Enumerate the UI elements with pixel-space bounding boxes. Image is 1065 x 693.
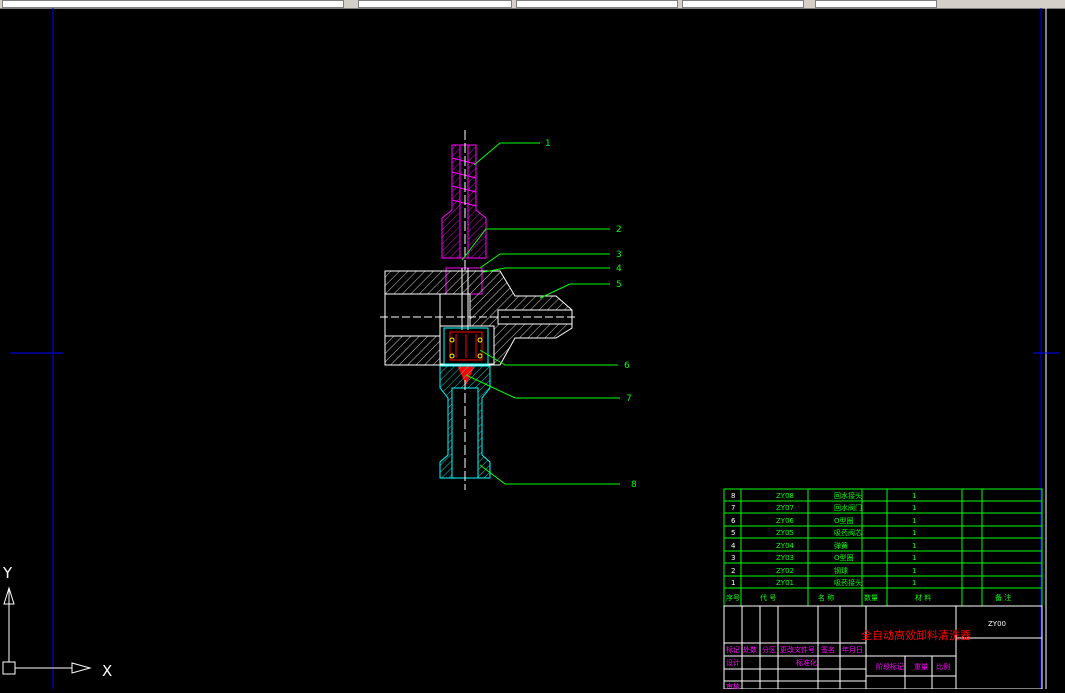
bom-header-qty: 数量 [864,593,878,602]
tb-review: 审核 [726,682,740,689]
tb-scale: 比例 [936,662,950,671]
bom-row-name: 吸药阀芯 [834,528,862,537]
assembly-section [380,130,578,490]
bom-row-name: 吸药接头 [834,578,862,587]
bom-row-code: ZY04 [776,542,795,550]
drawing-frame [10,8,1060,689]
title-block: 全自动高效卸料清洗器 ZY00 标记 处数 分区 更改文件号 签名 年月日 设计… [723,605,1043,691]
bom-header-code: 代 号 [760,593,776,602]
tb-mark: 标记 [726,645,740,654]
bom-row-name: 回水阀门 [834,503,862,512]
tb-zone: 分区 [762,645,776,654]
callout-8: 8 [631,480,637,490]
bom-row-qty: 1 [912,579,916,587]
tb-design: 设计 [726,658,740,667]
callout-4: 4 [616,264,622,274]
bom-row-qty: 1 [912,517,916,525]
callout-1: 1 [545,139,551,149]
cad-drawing: 1 2 3 4 5 6 7 8 8 ZY08 回水接头 1 7 ZY07 回水阀门 1 6 ZY0… [2,8,1060,691]
callout-2: 2 [616,225,622,235]
bom-header-material: 材 料 [915,593,931,602]
bom-table: 8 ZY08 回水接头 1 7 ZY07 回水阀门 1 6 ZY06 O型圈 1 5 ZY05 吸药阀芯 1 4… [723,488,1043,607]
bom-row-no: 3 [731,554,735,562]
bom-row-code: ZY03 [776,554,794,562]
tb-signature: 签名 [821,645,835,654]
tb-stage-mark: 阶段标记 [876,662,904,671]
bom-row-qty: 1 [912,542,916,550]
bom-row-name: O型圈 [834,516,854,525]
bom-row-qty: 1 [912,504,916,512]
bom-row-qty: 1 [912,529,916,537]
bom-header-name: 名 称 [818,593,834,602]
bom-row-no: 4 [731,542,736,550]
plotstyle-dropdown[interactable] [815,0,937,8]
color-dropdown[interactable] [358,0,512,8]
bom-row-no: 6 [731,517,736,525]
layer-dropdown[interactable] [2,0,344,8]
bom-row-name: 弹簧 [834,541,848,550]
bom-row-qty: 1 [912,567,916,575]
bom-row-code: ZY06 [776,517,795,525]
tb-change-doc: 更改文件号 [780,645,815,654]
drawing-number: ZY00 [988,620,1006,628]
main-body [380,268,578,366]
bom-row-name: O型圈 [834,553,854,562]
drawing-title: 全自动高效卸料清洗器 [861,628,971,642]
bom-row-no: 1 [731,579,735,587]
bom-header-remark: 备 注 [995,593,1011,602]
tb-standardization: 标准化 [796,658,817,667]
bom-row-code: ZY01 [776,579,794,587]
tb-date: 年月日 [842,645,863,654]
part-8-return-fitting [439,365,491,490]
callout-6: 6 [624,361,630,371]
tb-weight: 重量 [914,663,928,671]
tb-count: 处数 [743,645,757,654]
bom-row-no: 2 [731,567,735,575]
bom-row-name: 回水接头 [834,491,862,500]
bom-row-qty: 1 [912,554,916,562]
bom-row-name: 钢球 [834,566,848,575]
linetype-dropdown[interactable] [516,0,678,8]
drawing-canvas[interactable]: 1 2 3 4 5 6 7 8 8 ZY08 回水接头 1 7 ZY07 回水阀门 1 6 ZY0… [0,8,1065,691]
ucs-icon: X Y [2,564,112,680]
ucs-y-label: Y [2,564,13,582]
callout-7: 7 [626,394,632,404]
bom-header-no: 序号 [726,593,740,602]
bom-row-code: ZY08 [776,492,794,500]
bom-row-code: ZY02 [776,567,794,575]
bom-row-no: 8 [731,492,735,500]
callout-5: 5 [616,280,622,290]
bom-row-code: ZY05 [776,529,794,537]
callout-3: 3 [616,250,622,260]
lineweight-dropdown[interactable] [682,0,804,8]
bom-row-no: 7 [731,504,735,512]
bom-row-code: ZY07 [776,504,794,512]
ucs-x-label: X [102,662,112,680]
bom-row-no: 5 [731,529,735,537]
bom-row-qty: 1 [912,492,916,500]
